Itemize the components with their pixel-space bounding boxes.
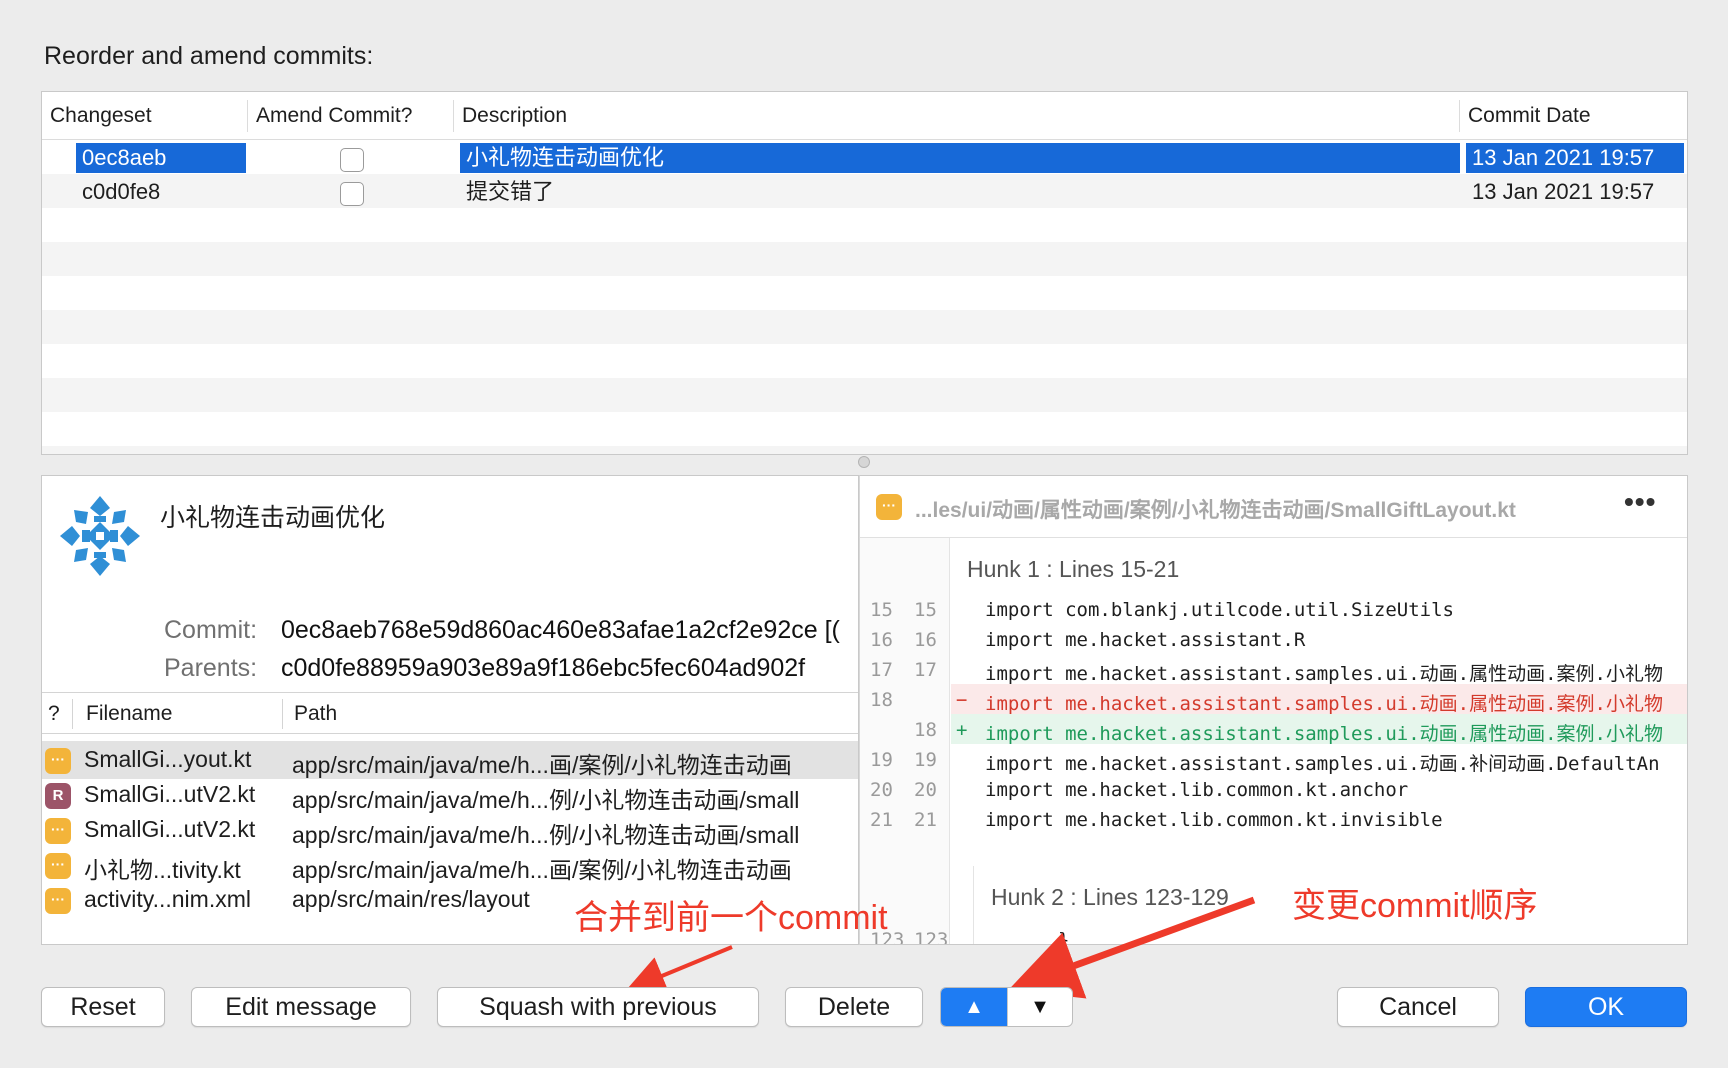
column-header-status[interactable]: ? [48, 702, 60, 726]
delete-button[interactable]: Delete [785, 987, 923, 1027]
column-header-changeset[interactable]: Changeset [42, 99, 248, 132]
file-path: app/src/main/java/me/h...例/小礼物连击动画/small [292, 787, 800, 813]
commit-date: 13 Jan 2021 19:57 [1472, 179, 1655, 204]
file-name: 小礼物...tivity.kt [84, 857, 241, 883]
kotlin-file-icon: ··· [45, 748, 71, 774]
reorder-annotation: 变更commit顺序 [1292, 887, 1538, 925]
amend-checkbox[interactable] [340, 182, 364, 206]
move-up-button[interactable]: ▲ [941, 988, 1007, 1026]
hunk-title: Hunk 2 : Lines 123-129 [991, 884, 1229, 910]
amend-checkbox[interactable] [340, 148, 364, 172]
squash-with-previous-button[interactable]: Squash with previous [437, 987, 759, 1027]
commits-table[interactable]: Changeset Amend Commit? Description Comm… [41, 91, 1688, 455]
file-row[interactable]: ··· SmallGi...yout.kt app/src/main/java/… [42, 741, 858, 779]
file-name: SmallGi...yout.kt [84, 746, 252, 772]
file-path: app/src/main/java/me/h...画/案例/小礼物连击动画 [292, 752, 792, 778]
file-row[interactable]: R SmallGi...utV2.kt app/src/main/java/me… [42, 776, 858, 814]
diff-panel: ··· ...les/ui/动画/属性动画/案例/小礼物连击动画/SmallGi… [859, 475, 1688, 945]
diff-line-added: 18 + import me.hacket.assistant.samples.… [860, 714, 1687, 745]
parents-label: Parents: [164, 654, 258, 682]
commit-changeset: 0ec8aeb [76, 143, 246, 173]
commit-hash: 0ec8aeb768e59d860ac460e83afae1a2cf2e92ce… [281, 616, 840, 644]
edit-message-button[interactable]: Edit message [191, 987, 411, 1027]
file-path: app/src/main/java/me/h...例/小礼物连击动画/small [292, 822, 800, 848]
split-handle[interactable] [858, 456, 870, 468]
commit-label: Commit: [164, 616, 258, 644]
file-name: activity...nim.xml [84, 886, 251, 912]
file-path: app/src/main/java/me/h...画/案例/小礼物连击动画 [292, 857, 792, 883]
diff-line: 19 19 import me.hacket.assistant.samples.… [870, 749, 1660, 775]
diff-line: 123 123 } [870, 929, 1070, 945]
commit-date: 13 Jan 2021 19:57 [1466, 143, 1684, 173]
author-avatar [60, 496, 140, 576]
table-stripe [42, 310, 1687, 344]
files-table-header: ? Filename Path [42, 692, 858, 734]
diff-line: 21 21 import me.hacket.lib.common.kt.invi… [870, 809, 1443, 831]
commit-message: 小礼物连击动画优化 [160, 504, 386, 532]
column-header-date[interactable]: Commit Date [1460, 100, 1680, 132]
column-header-amend[interactable]: Amend Commit? [248, 99, 454, 132]
kotlin-file-icon: ··· [876, 494, 902, 520]
file-row[interactable]: ··· SmallGi...utV2.kt app/src/main/java/… [42, 811, 858, 849]
table-stripe [42, 378, 1687, 412]
commit-description: 小礼物连击动画优化 [460, 143, 1460, 173]
diff-header: ··· ...les/ui/动画/属性动画/案例/小礼物连击动画/SmallGi… [860, 476, 1687, 538]
commit-details-panel: 小礼物连击动画优化 Commit: 0ec8aeb768e59d860ac460… [41, 475, 859, 945]
file-name: SmallGi...utV2.kt [84, 816, 256, 842]
reset-button[interactable]: Reset [41, 987, 165, 1027]
file-name: SmallGi...utV2.kt [84, 781, 256, 807]
column-header-filename[interactable]: Filename [86, 702, 172, 726]
commit-row[interactable]: c0d0fe8 提交错了 13 Jan 2021 19:57 [42, 174, 1687, 208]
commit-changeset: c0d0fe8 [82, 179, 161, 204]
kotlin-file-icon: ··· [45, 853, 71, 879]
ok-button[interactable]: OK [1525, 987, 1687, 1027]
more-options-icon[interactable]: ••• [1624, 486, 1656, 518]
squash-annotation: 合并到前一个commit [574, 899, 888, 937]
cancel-button[interactable]: Cancel [1337, 987, 1499, 1027]
commits-table-header: Changeset Amend Commit? Description Comm… [42, 92, 1687, 140]
commit-description: 提交错了 [466, 179, 555, 204]
parents-hash[interactable]: c0d0fe88959a903e89a9f186ebc5fec604ad902f [281, 654, 805, 683]
diff-line: 20 20 import me.hacket.lib.common.kt.anch… [870, 779, 1409, 801]
resource-file-icon: R [45, 783, 71, 809]
diff-line-removed: 18 − import me.hacket.assistant.samples.… [860, 684, 1687, 715]
commit-row[interactable]: 0ec8aeb 小礼物连击动画优化 13 Jan 2021 19:57 [42, 140, 1687, 174]
hunk-title: Hunk 1 : Lines 15-21 [967, 556, 1180, 582]
file-path: app/src/main/res/layout [292, 886, 530, 912]
move-down-button[interactable]: ▼ [1007, 988, 1072, 1026]
column-header-description[interactable]: Description [454, 99, 1460, 132]
diff-line: 16 16 import me.hacket.assistant.R [870, 629, 1306, 651]
kotlin-file-icon: ··· [45, 888, 71, 914]
file-row[interactable]: ··· 小礼物...tivity.kt app/src/main/java/me… [42, 846, 858, 884]
diff-file-path: ...les/ui/动画/属性动画/案例/小礼物连击动画/SmallGiftLa… [915, 499, 1516, 522]
table-stripe [42, 242, 1687, 276]
reorder-control: ▲ ▼ [940, 987, 1073, 1027]
column-header-path[interactable]: Path [294, 702, 337, 726]
table-stripe [42, 446, 1687, 454]
diff-line: 15 15 import com.blankj.utilcode.util.Siz… [870, 599, 1454, 621]
dialog-title: Reorder and amend commits: [44, 42, 374, 70]
kotlin-file-icon: ··· [45, 818, 71, 844]
diff-line: 17 17 import me.hacket.assistant.samples.… [870, 659, 1663, 685]
